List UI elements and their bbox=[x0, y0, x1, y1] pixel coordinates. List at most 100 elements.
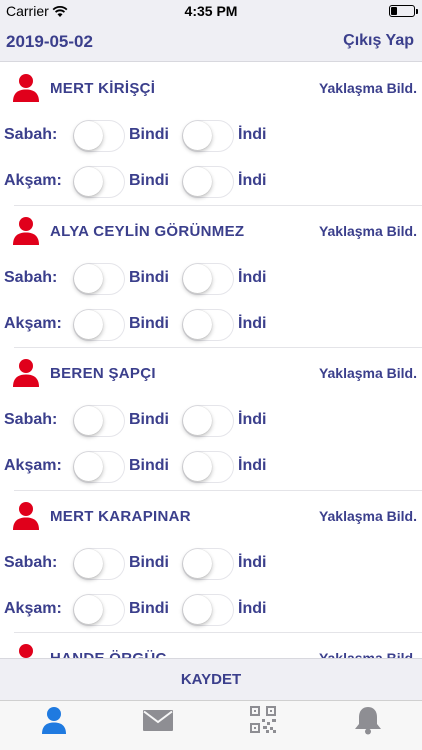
toggle-knob bbox=[74, 548, 103, 578]
user-icon bbox=[13, 216, 39, 245]
approach-notify-button[interactable]: Yaklaşma Bild. bbox=[319, 80, 417, 96]
user-icon bbox=[42, 707, 66, 734]
battery-icon bbox=[389, 5, 418, 17]
evening-alighted-toggle[interactable] bbox=[182, 166, 234, 198]
alighted-label: İndi bbox=[238, 599, 267, 617]
alighted-label: İndi bbox=[238, 268, 267, 286]
alighted-label: İndi bbox=[238, 172, 267, 189]
student-name: MERT KİRİŞÇİ bbox=[50, 80, 156, 97]
alighted-label: İndi bbox=[238, 457, 267, 474]
alighted-label: İndi bbox=[238, 314, 267, 332]
boarded-label: Bindi bbox=[129, 314, 169, 332]
toggle-knob bbox=[74, 167, 103, 196]
student-card: ALYA CEYLİN GÖRÜNMEZ Yaklaşma Bild. Saba… bbox=[0, 206, 422, 348]
student-list[interactable]: MERT KİRİŞÇİ Yaklaşma Bild. Sabah: Bindi… bbox=[0, 63, 422, 658]
morning-label: Sabah: bbox=[4, 411, 58, 428]
toggle-knob bbox=[183, 406, 212, 435]
header-bar: 2019-05-02 Çıkış Yap bbox=[0, 22, 422, 62]
status-bar: Carrier 4:35 PM bbox=[0, 0, 422, 22]
approach-notify-button[interactable]: Yaklaşma Bild. bbox=[319, 223, 417, 239]
student-card: MERT KİRİŞÇİ Yaklaşma Bild. Sabah: Bindi… bbox=[0, 63, 422, 206]
boarded-label: Bindi bbox=[129, 172, 169, 189]
alighted-label: İndi bbox=[238, 126, 267, 143]
toggle-knob bbox=[74, 309, 103, 339]
tab-notifications[interactable] bbox=[348, 705, 388, 741]
toggle-knob bbox=[183, 121, 212, 150]
student-name: HANDE ÖRGÜÇ bbox=[50, 650, 167, 658]
morning-label: Sabah: bbox=[4, 126, 58, 143]
morning-alighted-toggle[interactable] bbox=[182, 120, 234, 152]
student-card: MERT KARAPINAR Yaklaşma Bild. Sabah: Bin… bbox=[0, 491, 422, 633]
morning-boarded-toggle[interactable] bbox=[73, 405, 125, 437]
user-icon bbox=[13, 501, 39, 530]
evening-boarded-toggle[interactable] bbox=[73, 451, 125, 483]
student-card: HANDE ÖRGÜÇ Yaklaşma Bild. Sabah: Bindi … bbox=[0, 633, 422, 658]
student-name: ALYA CEYLİN GÖRÜNMEZ bbox=[50, 222, 245, 240]
date-label: 2019-05-02 bbox=[6, 32, 93, 51]
tab-bar bbox=[0, 700, 422, 750]
morning-alighted-toggle[interactable] bbox=[182, 547, 234, 580]
logout-button[interactable]: Çıkış Yap bbox=[343, 32, 414, 50]
save-bar: KAYDET bbox=[0, 658, 422, 700]
toggle-knob bbox=[183, 548, 212, 578]
evening-row: Akşam: Bindi İndi bbox=[0, 592, 422, 626]
user-icon bbox=[19, 644, 33, 658]
toggle-knob bbox=[183, 309, 212, 339]
clock: 4:35 PM bbox=[184, 3, 238, 19]
morning-alighted-toggle[interactable] bbox=[182, 262, 234, 295]
evening-alighted-toggle[interactable] bbox=[182, 593, 234, 626]
student-name: BEREN ŞAPÇI bbox=[50, 365, 156, 382]
morning-boarded-toggle[interactable] bbox=[73, 547, 125, 580]
tab-messages[interactable] bbox=[138, 705, 178, 741]
evening-row: Akşam: Bindi İndi bbox=[0, 307, 422, 341]
tab-qr[interactable] bbox=[243, 705, 283, 741]
user-icon bbox=[13, 359, 39, 387]
toggle-knob bbox=[183, 263, 212, 293]
boarded-label: Bindi bbox=[129, 599, 169, 617]
toggle-knob bbox=[74, 406, 103, 435]
alighted-label: İndi bbox=[238, 411, 267, 428]
toggle-knob bbox=[183, 167, 212, 196]
morning-label: Sabah: bbox=[4, 553, 58, 571]
toggle-knob bbox=[183, 452, 212, 481]
mail-icon bbox=[143, 710, 173, 731]
morning-label: Sabah: bbox=[4, 268, 58, 286]
morning-row: Sabah: Bindi İndi bbox=[0, 118, 422, 152]
bell-icon bbox=[355, 707, 381, 735]
boarded-label: Bindi bbox=[129, 126, 169, 143]
morning-row: Sabah: Bindi İndi bbox=[0, 261, 422, 295]
evening-label: Akşam: bbox=[4, 314, 62, 332]
user-icon bbox=[13, 74, 39, 102]
toggle-knob bbox=[74, 594, 103, 624]
evening-label: Akşam: bbox=[4, 599, 62, 617]
morning-boarded-toggle[interactable] bbox=[73, 262, 125, 295]
qr-code-icon bbox=[250, 706, 276, 733]
evening-boarded-toggle[interactable] bbox=[73, 308, 125, 341]
evening-alighted-toggle[interactable] bbox=[182, 451, 234, 483]
boarded-label: Bindi bbox=[129, 457, 169, 474]
evening-label: Akşam: bbox=[4, 457, 62, 474]
morning-row: Sabah: Bindi İndi bbox=[0, 403, 422, 437]
morning-boarded-toggle[interactable] bbox=[73, 120, 125, 152]
evening-boarded-toggle[interactable] bbox=[73, 593, 125, 626]
evening-alighted-toggle[interactable] bbox=[182, 308, 234, 341]
morning-row: Sabah: Bindi İndi bbox=[0, 546, 422, 580]
evening-boarded-toggle[interactable] bbox=[73, 166, 125, 198]
approach-notify-button[interactable]: Yaklaşma Bild. bbox=[319, 650, 417, 658]
boarded-label: Bindi bbox=[129, 553, 169, 571]
boarded-label: Bindi bbox=[129, 268, 169, 286]
tab-profile[interactable] bbox=[34, 705, 74, 741]
toggle-knob bbox=[74, 452, 103, 481]
boarded-label: Bindi bbox=[129, 411, 169, 428]
student-card: BEREN ŞAPÇI Yaklaşma Bild. Sabah: Bindi … bbox=[0, 348, 422, 491]
alighted-label: İndi bbox=[238, 553, 267, 571]
toggle-knob bbox=[74, 263, 103, 293]
evening-row: Akşam: Bindi İndi bbox=[0, 449, 422, 483]
save-button[interactable]: KAYDET bbox=[181, 671, 241, 688]
approach-notify-button[interactable]: Yaklaşma Bild. bbox=[319, 508, 417, 524]
evening-row: Akşam: Bindi İndi bbox=[0, 164, 422, 198]
approach-notify-button[interactable]: Yaklaşma Bild. bbox=[319, 365, 417, 381]
battery-level bbox=[391, 7, 397, 15]
student-name: MERT KARAPINAR bbox=[50, 507, 191, 525]
morning-alighted-toggle[interactable] bbox=[182, 405, 234, 437]
